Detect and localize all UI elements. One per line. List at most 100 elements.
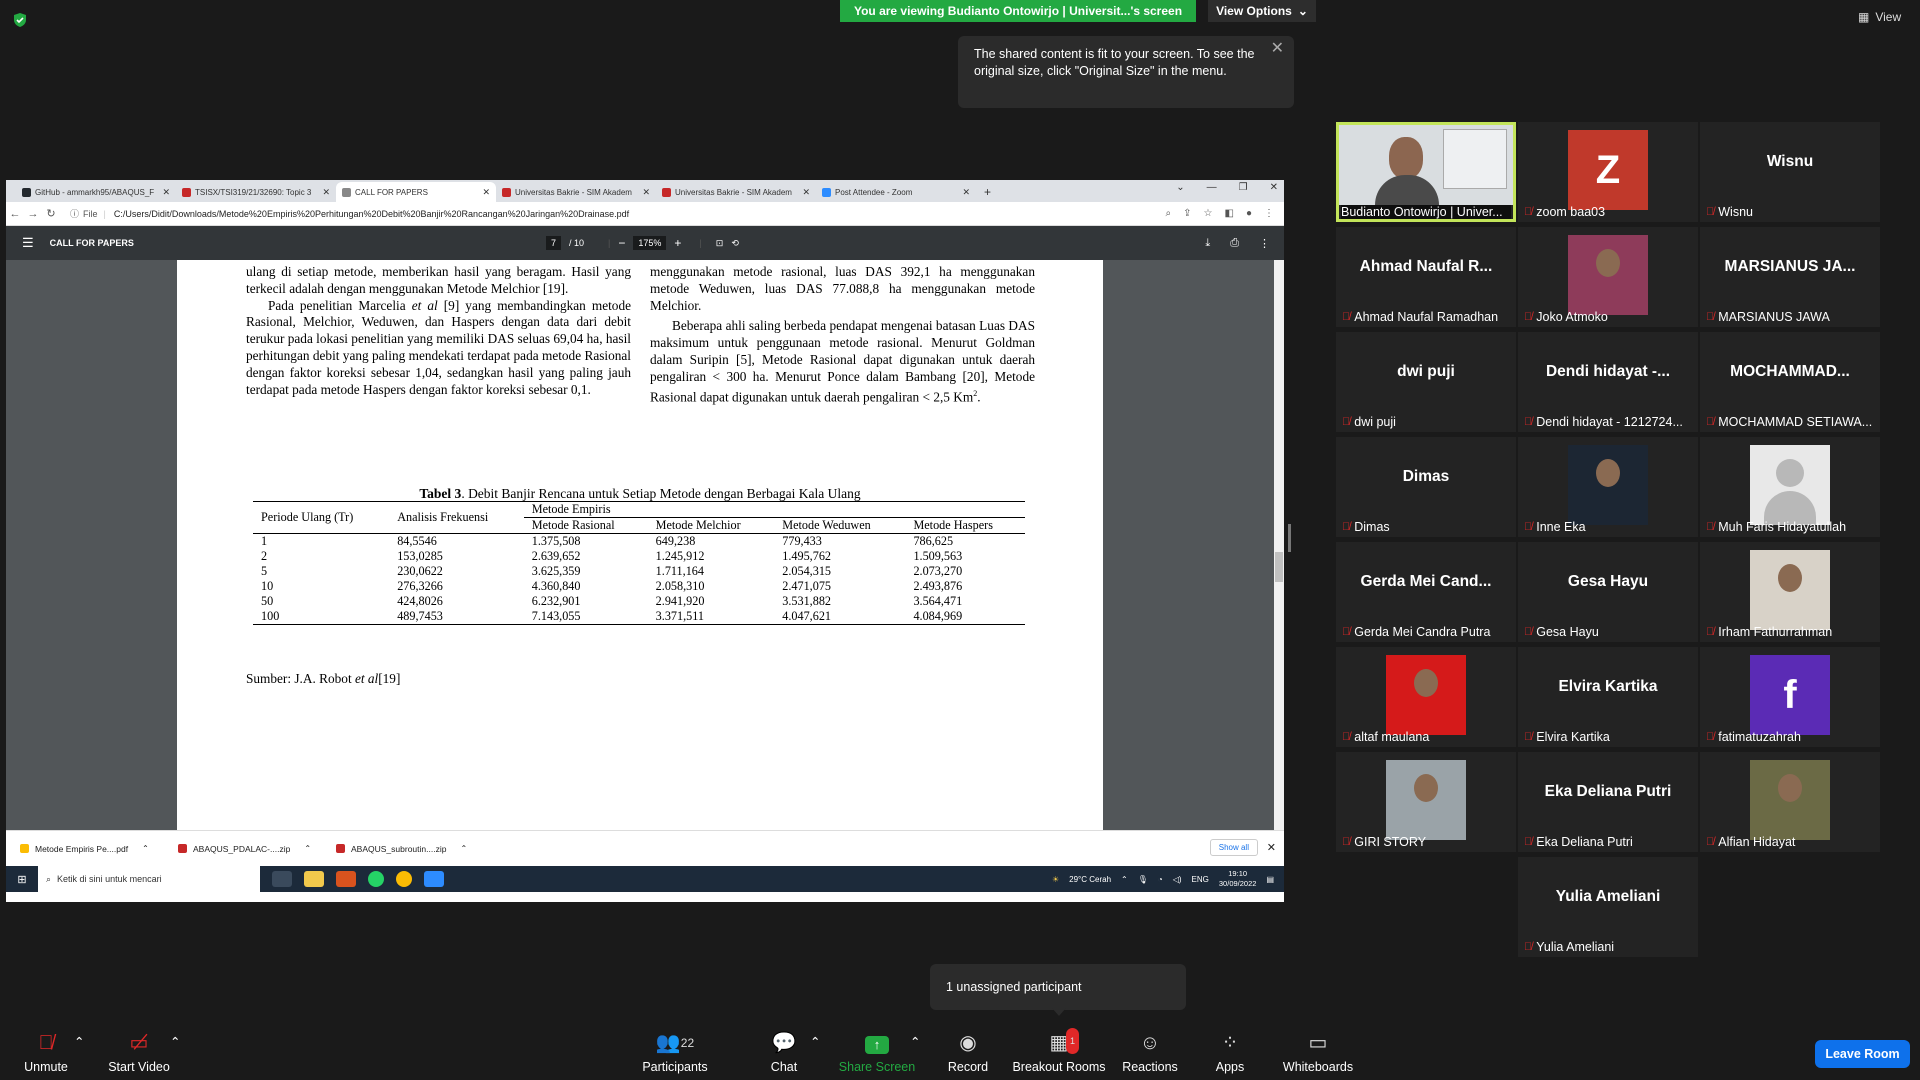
- breakout-rooms-button[interactable]: ▦ 1 Breakout Rooms: [1012, 1028, 1106, 1074]
- profile-icon[interactable]: ●: [1246, 208, 1252, 219]
- apps-button[interactable]: ⁘ Apps: [1210, 1030, 1250, 1074]
- restore-icon[interactable]: ❐: [1239, 182, 1248, 193]
- whatsapp-icon[interactable]: [368, 871, 384, 887]
- close-tab-icon[interactable]: ✕: [482, 187, 490, 198]
- participant-tile[interactable]: f 🎙̸ fatimatuzahrah: [1700, 647, 1880, 747]
- browser-tab[interactable]: Universitas Bakrie - SIM Akadem ✕: [496, 182, 656, 202]
- participant-tile[interactable]: Gerda Mei Cand... 🎙̸ Gerda Mei Candra Putr…: [1336, 542, 1516, 642]
- hamburger-menu-icon[interactable]: ☰: [22, 235, 34, 251]
- share-icon[interactable]: ⇪: [1183, 208, 1191, 219]
- url-input[interactable]: C:/Users/Didit/Downloads/Metode%20Empiri…: [114, 209, 1166, 219]
- participant-tile[interactable]: 🎙̸ GIRI STORY: [1336, 752, 1516, 852]
- network-icon[interactable]: ◔: [1158, 875, 1163, 884]
- participant-tile[interactable]: 🎙̸ Joko Atmoko: [1518, 227, 1698, 327]
- participant-tile[interactable]: Gesa Hayu 🎙̸ Gesa Hayu: [1518, 542, 1698, 642]
- view-button[interactable]: ▦ View: [1858, 10, 1901, 24]
- participant-tile[interactable]: Eka Deliana Putri 🎙̸ Eka Deliana Putri: [1518, 752, 1698, 852]
- close-tab-icon[interactable]: ✕: [802, 187, 810, 198]
- close-tab-icon[interactable]: ✕: [162, 187, 170, 198]
- split-divider-handle[interactable]: [1288, 524, 1291, 552]
- new-tab-button[interactable]: +: [976, 182, 999, 202]
- rotate-icon[interactable]: ⟲: [731, 238, 739, 249]
- video-options-caret[interactable]: ⌃: [170, 1034, 180, 1049]
- participant-tile[interactable]: Z 🎙̸ zoom baa03: [1518, 122, 1698, 222]
- bookmark-star-icon[interactable]: ☆: [1204, 208, 1213, 219]
- chat-options-caret[interactable]: ⌃: [810, 1034, 820, 1049]
- start-video-button[interactable]: ▭̸ Start Video: [104, 1030, 174, 1074]
- tab-search-icon[interactable]: ⌄: [1176, 182, 1184, 193]
- unmute-button[interactable]: 🎙̸ Unmute: [22, 1030, 70, 1074]
- encryption-shield-icon[interactable]: [12, 12, 28, 28]
- zoom-in-icon[interactable]: +: [674, 236, 681, 250]
- download-options-caret[interactable]: ⌃: [304, 844, 311, 853]
- zoom-app-icon[interactable]: [424, 871, 444, 887]
- reactions-button[interactable]: ☺ Reactions: [1120, 1030, 1180, 1074]
- info-icon[interactable]: ⓘ: [70, 207, 79, 220]
- close-icon[interactable]: ✕: [1270, 182, 1278, 193]
- browser-tab[interactable]: TSISX/TSI319/21/32690: Topic 3 ✕: [176, 182, 336, 202]
- taskbar-search[interactable]: ⌕ Ketik di sini untuk mencari: [38, 866, 260, 892]
- zoom-icon[interactable]: ⌕: [1166, 208, 1172, 219]
- participants-button[interactable]: 👥22 Participants: [640, 1030, 710, 1074]
- close-tab-icon[interactable]: ✕: [322, 187, 330, 198]
- participant-tile[interactable]: 🎙̸ Irham Fathurrahman: [1700, 542, 1880, 642]
- windows-start-icon[interactable]: ⊞: [12, 873, 32, 886]
- more-options-icon[interactable]: ⋮: [1259, 237, 1270, 250]
- task-view-icon[interactable]: [272, 871, 292, 887]
- download-item[interactable]: ABAQUS_PDALAC-....zip ⌃: [164, 844, 322, 854]
- scrollbar-thumb[interactable]: [1275, 552, 1283, 582]
- menu-dots-icon[interactable]: ⋮: [1264, 208, 1274, 219]
- tray-chevron-icon[interactable]: ⌃: [1121, 875, 1128, 884]
- browser-tab[interactable]: Universitas Bakrie - SIM Akadem ✕: [656, 182, 816, 202]
- whiteboards-button[interactable]: ▭ Whiteboards: [1280, 1030, 1356, 1074]
- file-explorer-icon[interactable]: [304, 871, 324, 887]
- show-all-button[interactable]: Show all: [1209, 839, 1258, 856]
- close-icon[interactable]: ✕: [1267, 841, 1276, 854]
- back-icon[interactable]: ←: [6, 208, 24, 220]
- leave-room-button[interactable]: Leave Room: [1815, 1040, 1910, 1068]
- participant-tile[interactable]: Yulia Ameliani 🎙̸ Yulia Ameliani: [1518, 857, 1698, 957]
- participant-tile[interactable]: Budianto Ontowirjo | Univer...: [1336, 122, 1516, 222]
- browser-tab[interactable]: Post Attendee - Zoom ✕: [816, 182, 976, 202]
- fit-page-icon[interactable]: ⊡: [716, 238, 724, 249]
- close-tab-icon[interactable]: ✕: [642, 187, 650, 198]
- mic-tray-icon[interactable]: 🎙: [1138, 875, 1148, 884]
- participant-tile[interactable]: dwi puji 🎙̸ dwi puji: [1336, 332, 1516, 432]
- chrome-icon[interactable]: [396, 871, 412, 887]
- print-icon[interactable]: ⎙: [1230, 237, 1239, 250]
- audio-options-caret[interactable]: ⌃: [74, 1034, 84, 1049]
- vertical-scrollbar[interactable]: [1274, 260, 1284, 830]
- clock[interactable]: 19:10 30/09/2022: [1219, 869, 1257, 889]
- zoom-level-input[interactable]: 175%: [633, 236, 667, 250]
- share-screen-button[interactable]: ↑ Share Screen: [836, 1030, 918, 1074]
- participant-tile[interactable]: 🎙̸ Alfian Hidayat: [1700, 752, 1880, 852]
- view-options-button[interactable]: View Options ⌄: [1208, 0, 1316, 22]
- notification-icon[interactable]: ▤: [1266, 875, 1274, 884]
- record-button[interactable]: ◉ Record: [944, 1030, 992, 1074]
- minimize-icon[interactable]: —: [1207, 182, 1217, 193]
- app-icon[interactable]: [336, 871, 356, 887]
- volume-icon[interactable]: ◁): [1173, 875, 1182, 884]
- participant-tile[interactable]: MOCHAMMAD... 🎙̸ MOCHAMMAD SETIAWA...: [1700, 332, 1880, 432]
- close-icon[interactable]: ✕: [1271, 40, 1284, 57]
- download-options-caret[interactable]: ⌃: [460, 844, 467, 853]
- download-icon[interactable]: ⤓: [1205, 237, 1210, 250]
- participant-tile[interactable]: Ahmad Naufal R... 🎙̸ Ahmad Naufal Ramadhan: [1336, 227, 1516, 327]
- participant-tile[interactable]: 🎙̸ Inne Eka: [1518, 437, 1698, 537]
- download-item[interactable]: Metode Empiris Pe....pdf ⌃: [6, 844, 164, 854]
- chat-button[interactable]: 💬 Chat: [760, 1030, 808, 1074]
- participant-tile[interactable]: Wisnu 🎙̸ Wisnu: [1700, 122, 1880, 222]
- browser-tab[interactable]: GitHub - ammarkh95/ABAQUS_F ✕: [16, 182, 176, 202]
- reload-icon[interactable]: ↻: [42, 207, 60, 220]
- participant-tile[interactable]: Dendi hidayat -... 🎙̸ Dendi hidayat - 1212…: [1518, 332, 1698, 432]
- side-panel-icon[interactable]: ◧: [1225, 208, 1234, 219]
- forward-icon[interactable]: →: [24, 208, 42, 220]
- participant-tile[interactable]: 🎙̸ Muh Faris Hidayatullah: [1700, 437, 1880, 537]
- close-tab-icon[interactable]: ✕: [962, 187, 970, 198]
- zoom-out-icon[interactable]: −: [618, 236, 625, 250]
- download-item[interactable]: ABAQUS_subroutin....zip ⌃: [322, 844, 480, 854]
- participant-tile[interactable]: MARSIANUS JA... 🎙̸ MARSIANUS JAWA: [1700, 227, 1880, 327]
- page-number-input[interactable]: 7: [546, 236, 562, 250]
- participant-tile[interactable]: Dimas 🎙̸ Dimas: [1336, 437, 1516, 537]
- download-options-caret[interactable]: ⌃: [142, 844, 149, 853]
